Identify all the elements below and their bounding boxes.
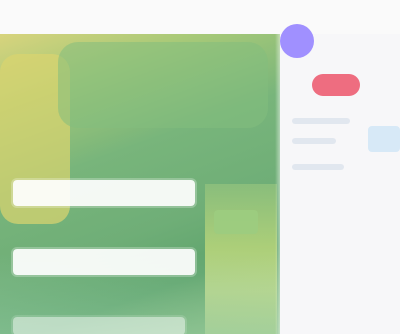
details-line-3 [292, 164, 344, 170]
avatar[interactable] [280, 24, 314, 58]
form-field-1[interactable] [13, 180, 195, 206]
form-field-2[interactable] [13, 249, 195, 275]
top-bar [0, 0, 400, 34]
accent-chip[interactable] [368, 126, 400, 152]
main-panel [0, 34, 280, 334]
app-screen [0, 0, 400, 334]
form-field-3[interactable] [13, 317, 185, 334]
details-line-1 [292, 118, 350, 124]
details-line-2 [292, 138, 336, 144]
top-accent [58, 42, 268, 128]
side-card[interactable] [214, 210, 258, 234]
status-badge [312, 74, 360, 96]
